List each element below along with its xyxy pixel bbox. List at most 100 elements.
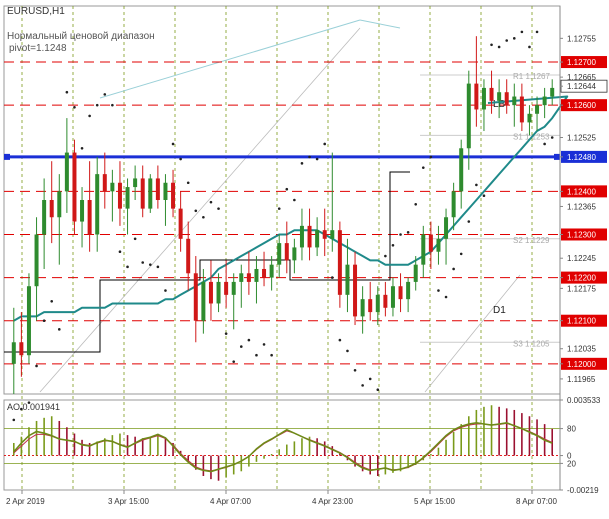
sar-dot [550,136,554,139]
candle-bear [398,286,403,300]
sar-dot [376,388,380,391]
sar-dot [57,328,61,331]
price-tick-label: 1.12100 [567,317,596,326]
candle-bull [42,200,47,235]
price-tick-label: 1.12480 [567,153,596,162]
time-tick-label: 8 Apr 07:00 [516,497,557,506]
candle-bull [535,105,540,114]
sar-dot [338,338,342,342]
candle-bear [87,200,92,235]
sar-dot [12,418,16,422]
sar-dot [232,360,236,363]
price-tick-label: 1.12365 [567,202,596,211]
candle-bear [428,234,433,252]
sar-dot [543,142,546,146]
candle-bear [337,230,342,295]
candle-bull [34,234,39,287]
candle-bear [49,200,54,218]
candle-bull [390,286,395,308]
price-tick-label: 1.12245 [567,254,596,263]
candle-bull [26,286,31,356]
candle-bull [444,217,449,239]
candle-bear [171,182,176,209]
sar-dot [156,265,160,269]
sar-dot [505,39,509,42]
sar-dot [361,384,364,387]
candle-bull [436,238,441,252]
candle-bull [481,87,486,110]
pivot-level-label: S2 1.1229 [513,236,550,245]
candle-bull [459,148,464,192]
sar-dot [247,338,251,342]
candle-bear [504,92,509,106]
sar-dot [520,30,524,34]
sar-dot [255,353,258,357]
candle-bear [102,174,107,192]
candle-bear [19,342,24,356]
sar-dot [482,194,486,197]
sar-dot [421,166,425,169]
candle-bear [368,299,373,313]
sar-dot [103,93,107,96]
sar-dot [133,237,137,241]
sar-dot [293,198,296,202]
candle-bear [474,83,479,110]
sar-dot [95,103,99,107]
candle-bear [224,281,229,295]
sar-dot [384,254,387,258]
pivot-line-handle-left [4,153,10,160]
sar-dot [452,267,455,271]
candle-bull [512,96,517,106]
price-tick-label: 1.12600 [567,101,596,110]
sar-dot [490,43,493,47]
time-tick-label: 5 Apr 15:00 [414,497,455,506]
ao-tick-label: 20 [567,459,576,468]
candle-bull [239,273,244,282]
candle-bull [11,342,16,364]
ao-tick-label: 80 [567,425,576,434]
sar-dot [323,142,327,146]
candle-bear [186,238,191,274]
sar-dot [262,343,266,346]
sar-dot [202,215,205,219]
sar-dot [73,106,76,109]
candle-bull [269,264,274,278]
sar-dot [171,142,175,146]
sar-dot [80,146,84,150]
candle-bear [307,225,312,248]
sar-dot [399,233,402,236]
candle-bear [208,281,213,304]
sar-dot [148,263,152,266]
candle-bull [413,264,418,282]
sar-dot [315,157,319,161]
sar-dot [437,289,440,292]
sar-dot [535,30,539,34]
candle-bear [140,178,145,209]
ao-tick-label: 0.003533 [567,396,601,405]
time-tick-label: 3 Apr 15:00 [108,497,149,506]
candle-bull [216,281,221,304]
sar-dot [118,250,122,254]
sar-dot [179,157,182,161]
sar-dot [497,45,501,49]
candle-bull [299,225,304,248]
candle-bear [117,182,122,209]
candle-bull [466,83,471,149]
sar-dot [88,114,91,118]
symbol-label: EURUSD,H1 [7,6,65,17]
sar-dot [164,289,167,292]
sar-dot [194,209,198,213]
candle-bull [148,178,153,209]
price-tick-label: 1.11965 [567,375,596,384]
candle-bull [345,264,350,295]
sar-dot [277,207,281,210]
sar-dot [512,37,516,40]
candle-bear [178,208,183,239]
candle-bull [542,96,547,106]
candle-bull [201,281,206,321]
time-tick-label: 2 Apr 2019 [6,497,45,506]
sar-dot [368,377,372,381]
sar-dot [414,203,418,206]
sar-dot [459,252,463,256]
chart-window: R1 1.1267 S1 1.1253 S2 1.1229 S3 1.1205 LB D1… [0,0,609,514]
